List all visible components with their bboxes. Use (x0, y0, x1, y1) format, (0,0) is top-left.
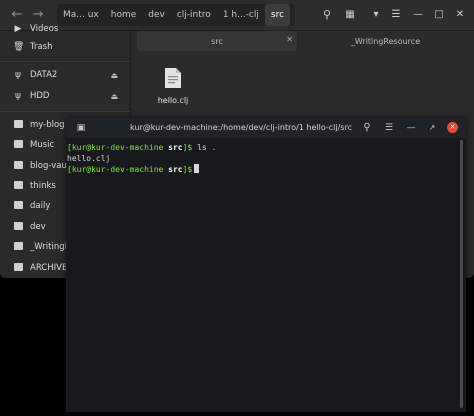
view-options-button[interactable]: ▾ (368, 7, 384, 23)
terminal-output[interactable]: [kur@kur-dev-machine src]$ ls . hello.cl… (66, 138, 458, 412)
usb-drive-icon: ψ (15, 91, 21, 101)
eject-icon[interactable]: ⏏ (110, 92, 118, 101)
trash-icon: 🗑 (13, 42, 25, 52)
close-icon: ✕ (449, 123, 456, 131)
menu-button[interactable]: ☰ (388, 7, 404, 23)
terminal-line-output: hello.clj (67, 153, 110, 164)
folder-icon (13, 161, 23, 171)
terminal-maximize-button[interactable]: ↗ (425, 121, 439, 135)
video-icon: ▶ (14, 24, 22, 34)
folder-icon (13, 201, 23, 211)
tab-label: _WritingResource (350, 36, 421, 46)
terminal-line-command: [kur@kur-dev-machine src]$ ls . (67, 142, 216, 153)
sidebar-separator (0, 61, 130, 62)
desktop: ← → Ma... ux home dev clj-intro 1 h...-c… (0, 0, 474, 416)
chevron-down-icon: ▾ (373, 9, 379, 20)
text-cursor (194, 164, 200, 173)
view-grid-button[interactable]: ▦ (342, 7, 358, 23)
terminal-window: ▣ kur@kur-dev-machine:/home/dev/clj-intr… (66, 118, 466, 412)
close-button[interactable]: ✕ (452, 7, 468, 23)
tab-label: src (211, 36, 223, 46)
file-name-label[interactable]: hello.clj (148, 96, 198, 105)
prompt-directory: src (168, 165, 183, 174)
terminal-menu-button[interactable]: ☰ (382, 121, 396, 135)
prompt-end: ]$ (182, 165, 193, 174)
terminal-icon: ▣ (76, 123, 86, 133)
terminal-title: kur@kur-dev-machine:/home/dev/clj-intro/… (130, 123, 352, 132)
terminal-headerbar: ▣ kur@kur-dev-machine:/home/dev/clj-intr… (66, 118, 466, 138)
sidebar-item-hdd[interactable]: ψ HDD ⏏ (0, 86, 130, 106)
hamburger-icon: ☰ (391, 9, 401, 20)
terminal-search-button[interactable]: ⚲ (360, 121, 374, 135)
sidebar-item-label: DATA2 (30, 70, 58, 80)
tab-src[interactable]: src ✕ (137, 31, 297, 51)
command-output: hello.clj (67, 154, 111, 163)
minimize-icon: — (413, 9, 423, 20)
search-icon: ⚲ (322, 8, 332, 21)
close-icon: ✕ (455, 9, 465, 20)
terminal-scrollbar[interactable] (460, 140, 463, 408)
text-file-icon[interactable] (164, 67, 182, 89)
breadcrumb-clj-intro[interactable]: clj-intro (171, 4, 217, 26)
new-tab-button[interactable]: ▣ (74, 121, 88, 135)
sidebar-item-trash[interactable]: 🗑 Trash (0, 37, 130, 57)
breadcrumb-dev[interactable]: dev (142, 4, 171, 26)
sidebar-item-label: Videos (30, 24, 59, 34)
breadcrumb-src[interactable]: src (264, 4, 291, 26)
maximize-icon: ↗ (428, 123, 436, 132)
tab-bar: src ✕ _WritingResource (131, 31, 474, 51)
folder-icon (13, 263, 23, 273)
hamburger-icon: ☰ (384, 123, 394, 133)
sidebar-item-data2[interactable]: ψ DATA2 ⏏ (0, 65, 130, 85)
terminal-close-button[interactable]: ✕ (447, 122, 458, 133)
sidebar-item-label: HDD (30, 91, 50, 101)
sidebar-item-videos[interactable]: ▶ Videos (0, 19, 130, 39)
maximize-icon: □ (434, 9, 444, 20)
grid-icon: ▦ (345, 9, 355, 20)
minimize-icon: — (406, 123, 416, 133)
search-icon: ⚲ (363, 122, 371, 133)
folder-icon (13, 120, 23, 130)
usb-drive-icon: ψ (15, 70, 21, 80)
terminal-minimize-button[interactable]: — (404, 121, 418, 135)
folder-icon (13, 242, 23, 252)
folder-icon (13, 140, 23, 150)
terminal-line-prompt: [kur@kur-dev-machine src]$ (67, 164, 200, 175)
search-button[interactable]: ⚲ (319, 7, 335, 23)
prompt-user: [kur@kur-dev-machine (67, 165, 164, 174)
prompt-directory: src (168, 143, 183, 152)
folder-icon (13, 181, 23, 191)
maximize-button[interactable]: □ (431, 7, 447, 23)
command-text: ls . (197, 143, 217, 152)
breadcrumb-hello-clj[interactable]: 1 h...-clj (217, 4, 265, 26)
minimize-button[interactable]: — (410, 7, 426, 23)
folder-icon (13, 222, 23, 232)
close-icon[interactable]: ✕ (286, 35, 293, 44)
eject-icon[interactable]: ⏏ (110, 71, 118, 80)
prompt-end: ]$ (182, 143, 193, 152)
prompt-user: [kur@kur-dev-machine (67, 143, 164, 152)
sidebar-separator (0, 111, 130, 112)
tab-writingresource[interactable]: _WritingResource (303, 31, 468, 51)
sidebar-item-label: Trash (30, 42, 53, 52)
